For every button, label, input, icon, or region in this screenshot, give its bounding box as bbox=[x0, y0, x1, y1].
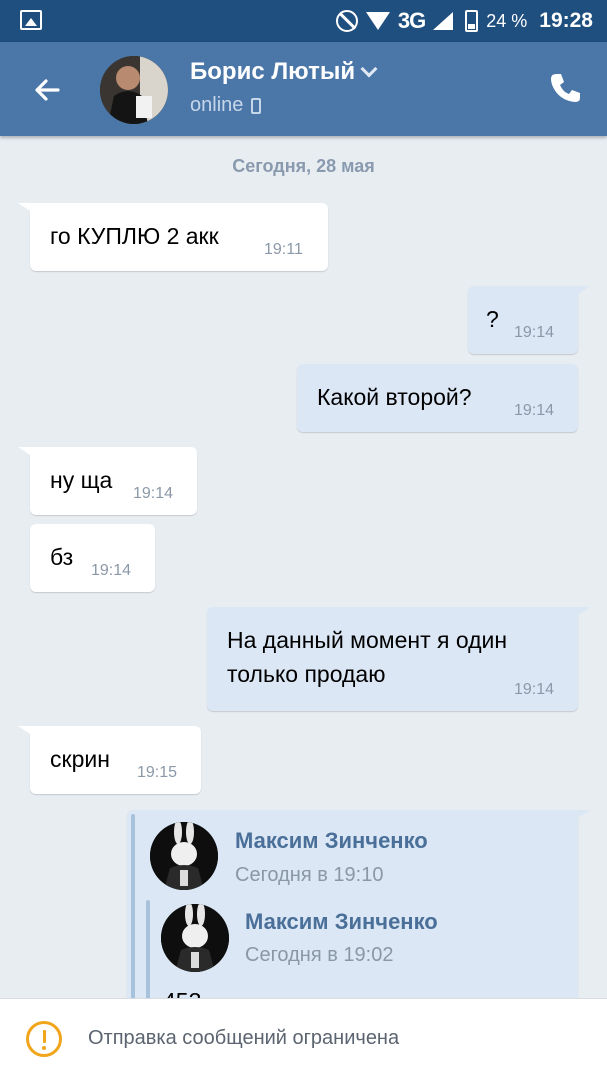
restriction-text: Отправка сообщений ограничена bbox=[88, 1027, 400, 1049]
message-time: 19:14 bbox=[514, 681, 555, 698]
nested-forward-quote-bar bbox=[146, 900, 150, 1010]
chevron-down-icon bbox=[360, 60, 378, 78]
messaging-restricted-bar: Отправка сообщений ограничена bbox=[0, 998, 607, 1080]
incoming-message[interactable]: го КУПЛЮ 2 акк 19:11 bbox=[18, 203, 328, 271]
battery-icon bbox=[465, 10, 479, 32]
incoming-message[interactable]: скрин 19:15 bbox=[18, 726, 201, 794]
message-text: бз bbox=[50, 544, 74, 570]
contact-avatar[interactable] bbox=[100, 56, 168, 124]
outgoing-message[interactable]: На данный момент я один только продаю 19… bbox=[207, 607, 590, 711]
message-text: ? bbox=[486, 306, 499, 332]
forwarded-sender-avatar[interactable] bbox=[150, 822, 218, 890]
message-time: 19:14 bbox=[514, 324, 555, 341]
message-text-line-1: На данный момент я один bbox=[227, 627, 508, 653]
chat-header: Борис Лютый online bbox=[0, 42, 607, 136]
message-time: 19:11 bbox=[264, 241, 303, 258]
status-icons: 3G 24 % 19:28 bbox=[335, 0, 593, 42]
message-time: 19:14 bbox=[514, 402, 555, 419]
signal-icon bbox=[433, 12, 454, 30]
online-status-text: online bbox=[190, 94, 244, 116]
clock: 19:28 bbox=[539, 9, 593, 32]
date-separator: Сегодня, 28 мая bbox=[232, 156, 375, 176]
wifi-icon bbox=[365, 12, 390, 30]
nested-forwarded-sender-name[interactable]: Максим Зинченко bbox=[245, 909, 438, 935]
forward-quote-bar bbox=[131, 814, 135, 1010]
gallery-notification-icon bbox=[20, 10, 42, 30]
message-text: ну ща bbox=[50, 467, 113, 493]
message-text: Какой второй? bbox=[317, 384, 472, 410]
back-button[interactable] bbox=[28, 70, 68, 110]
back-arrow-icon bbox=[35, 79, 60, 101]
mobile-device-icon bbox=[251, 97, 262, 114]
forwarded-message[interactable]: Максим Зинченко Сегодня в 19:10 Максим З… bbox=[127, 810, 590, 1014]
contact-status: online bbox=[190, 94, 262, 117]
call-button[interactable] bbox=[547, 70, 583, 106]
message-text: скрин bbox=[50, 746, 110, 772]
message-time: 19:14 bbox=[133, 485, 174, 502]
message-text-line-2: только продаю bbox=[227, 661, 386, 687]
nested-forwarded-time: Сегодня в 19:02 bbox=[245, 944, 394, 966]
message-time: 19:14 bbox=[91, 562, 132, 579]
battery-percent: 24 % bbox=[486, 10, 528, 31]
phone-icon bbox=[551, 74, 580, 102]
message-text: го КУПЛЮ 2 акк bbox=[50, 223, 219, 249]
forwarded-sender-name[interactable]: Максим Зинченко bbox=[235, 828, 428, 854]
forwarded-time: Сегодня в 19:10 bbox=[235, 864, 384, 886]
contact-name[interactable]: Борис Лютый bbox=[190, 58, 378, 86]
warning-icon bbox=[26, 1021, 62, 1057]
message-time: 19:15 bbox=[137, 764, 178, 781]
outgoing-message[interactable]: ? 19:14 bbox=[468, 286, 590, 354]
nested-forwarded-sender-avatar[interactable] bbox=[161, 904, 229, 972]
contact-name-text: Борис Лютый bbox=[190, 58, 356, 85]
outgoing-message[interactable]: Какой второй? 19:14 bbox=[297, 364, 578, 432]
do-not-disturb-icon bbox=[335, 10, 358, 32]
network-type: 3G bbox=[397, 8, 426, 33]
incoming-message[interactable]: ну ща 19:14 bbox=[18, 447, 197, 515]
incoming-message[interactable]: бз 19:14 bbox=[30, 524, 155, 592]
status-bar: 3G 24 % 19:28 bbox=[0, 0, 607, 42]
